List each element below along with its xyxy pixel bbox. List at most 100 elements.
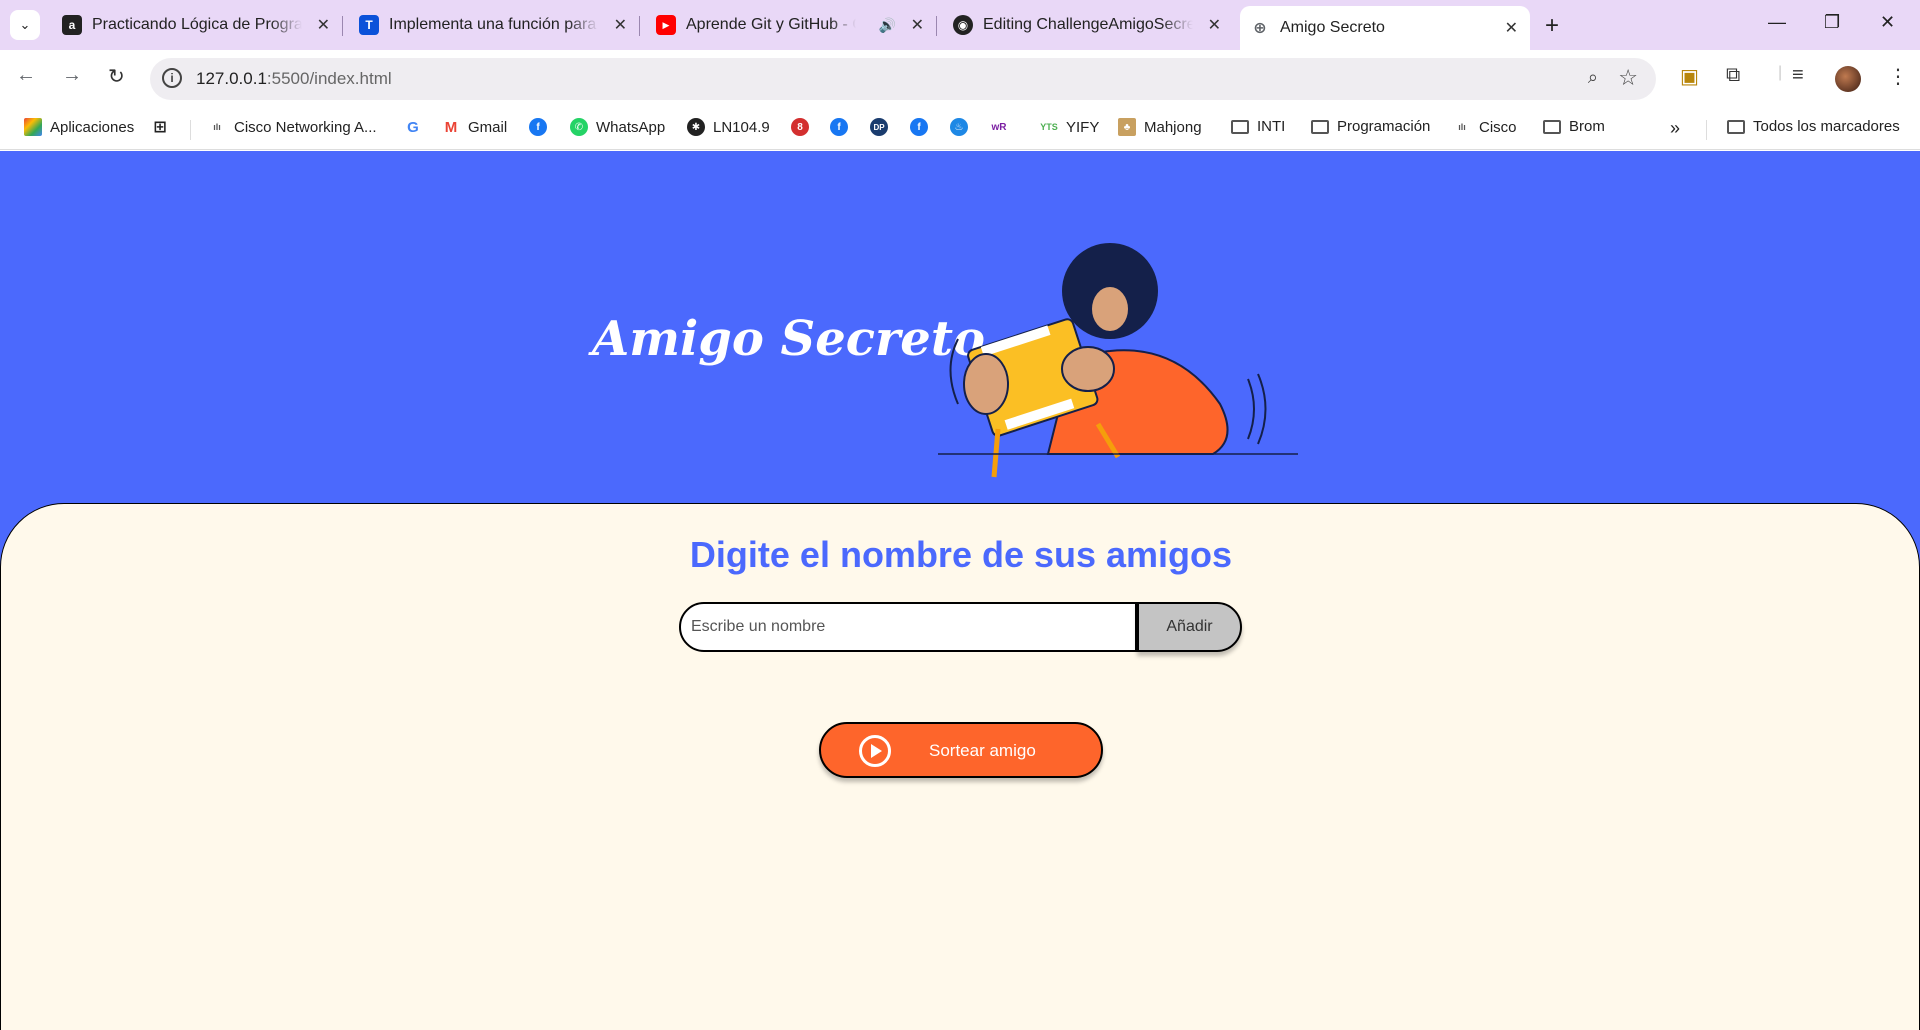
bookmark-label: Brom (1569, 118, 1605, 135)
bookmark-facebook-3[interactable]: f (910, 118, 936, 136)
hero-title: Amigo Secreto (592, 311, 985, 367)
bookmark-wr[interactable]: wR (990, 118, 1016, 136)
alura-favicon-icon: a (62, 15, 82, 35)
tab-implementa[interactable]: T Implementa una función para agregar ✕ (349, 8, 640, 42)
bookmark-mahjong[interactable]: ♣ Mahjong (1118, 118, 1202, 136)
tab-practicando[interactable]: a Practicando Lógica de Programación ✕ (52, 8, 343, 42)
bookmark-cisco[interactable]: ılı Cisco (1453, 118, 1517, 136)
cisco-icon: ılı (213, 122, 221, 132)
folder-icon (1543, 119, 1561, 134)
bookmark-label: WhatsApp (596, 118, 666, 136)
bookmark-aplicaciones[interactable]: Aplicaciones (24, 118, 134, 136)
box-leg (991, 428, 1001, 478)
tab-search-button[interactable]: ⌄ (10, 10, 40, 40)
new-tab-button[interactable]: + (1545, 12, 1559, 40)
right-hand (1061, 346, 1115, 392)
bookmark-facebook-2[interactable]: f (830, 118, 856, 136)
reload-icon[interactable]: ↻ (108, 64, 125, 89)
tab-amigo-secreto[interactable]: ⊕ Amigo Secreto ✕ (1240, 6, 1530, 50)
close-icon[interactable]: ✕ (911, 15, 924, 35)
tab-separator (342, 16, 343, 36)
url-text[interactable]: 127.0.0.1:5500/index.html (196, 69, 392, 89)
bookmark-label: Programación (1337, 118, 1431, 135)
bookmark-dp[interactable]: DP (870, 118, 896, 136)
zoom-icon[interactable]: ⌕ (1588, 67, 1598, 88)
dp-icon: DP (870, 118, 888, 136)
bookmark-grid[interactable]: ⊞ (151, 118, 177, 136)
folder-icon (1311, 119, 1329, 134)
bookmark-label: Aplicaciones (50, 118, 135, 136)
bookmark-label: Cisco (1479, 118, 1517, 136)
bookmark-folder-brom[interactable]: Brom (1543, 118, 1605, 135)
restore-icon[interactable]: ❐ (1824, 12, 1840, 33)
bookmark-label: INTI (1257, 118, 1286, 135)
tab-aprende-git[interactable]: ▶ Aprende Git y GitHub - Curso 🔊 ✕ (646, 8, 937, 42)
draw-friend-button[interactable]: Sortear amigo (819, 722, 1103, 778)
motion-line (949, 338, 959, 405)
window-close-icon[interactable]: ✕ (1880, 12, 1895, 33)
bookmark-separator (190, 120, 191, 140)
left-hand (963, 353, 1009, 415)
google-icon: G (407, 118, 419, 136)
bookmark-label: Todos los marcadores (1753, 118, 1900, 135)
ln-icon: ✱ (687, 118, 705, 136)
close-icon[interactable]: ✕ (1505, 18, 1518, 38)
bookmark-label: Mahjong (1144, 118, 1202, 136)
facebook-icon: f (529, 118, 547, 136)
bookmark-gmail[interactable]: M Gmail (442, 118, 507, 136)
bookmarks-overflow-button[interactable]: » (1670, 118, 1680, 139)
mahjong-icon: ♣ (1118, 118, 1136, 136)
page-content: Amigo Secreto Digite el nombre de sus am… (0, 151, 1920, 1030)
site-info-icon[interactable]: i (162, 68, 182, 88)
youtube-favicon-icon: ▶ (656, 15, 676, 35)
bookmark-google[interactable]: G (404, 118, 430, 136)
name-input[interactable] (679, 602, 1137, 652)
bookmark-folder-inti[interactable]: INTI (1231, 118, 1285, 135)
back-arrow-icon[interactable]: ← (16, 64, 36, 87)
close-icon[interactable]: ✕ (1208, 15, 1221, 35)
bookmark-site[interactable]: 8 (791, 118, 817, 136)
audio-playing-icon[interactable]: 🔊 (879, 17, 896, 34)
url-host: 127.0.0.1 (196, 69, 267, 88)
cisco-icon: ılı (1458, 122, 1466, 132)
profile-avatar[interactable] (1835, 66, 1861, 92)
bookmark-yify[interactable]: YTS YIFY (1040, 118, 1099, 136)
address-bar[interactable]: i 127.0.0.1:5500/index.html ⌕ ☆ (150, 58, 1656, 100)
minimize-icon[interactable]: — (1768, 12, 1786, 33)
add-button[interactable]: Añadir (1137, 602, 1242, 652)
play-icon (859, 735, 891, 767)
bookmark-facebook-1[interactable]: f (529, 118, 555, 136)
browser-toolbar: ← → ↻ i 127.0.0.1:5500/index.html ⌕ ☆ ▣ … (0, 50, 1920, 108)
grid-icon: ⊞ (153, 119, 167, 136)
media-control-icon[interactable]: ≡ (1792, 64, 1804, 87)
tab-editing-challenge[interactable]: ◉ Editing ChallengeAmigoSecreto ✕ (943, 8, 1233, 42)
draw-button-label: Sortear amigo (929, 741, 1036, 760)
bookmark-cisco-networking[interactable]: ılı Cisco Networking A... (208, 118, 376, 136)
site-icon: 8 (791, 118, 809, 136)
menu-kebab-icon[interactable]: ⋮ (1888, 64, 1908, 89)
forward-arrow-icon[interactable]: → (62, 64, 82, 87)
extensions-icon[interactable]: ⧉ (1726, 64, 1740, 87)
bookmark-label: Gmail (468, 118, 508, 136)
whatsapp-icon: ✆ (570, 118, 588, 136)
motion-line (1257, 373, 1267, 445)
bookmark-folder-programacion[interactable]: Programación (1311, 118, 1430, 135)
bookmark-whatsapp[interactable]: ✆ WhatsApp (570, 118, 665, 136)
section-title: Digite el nombre de sus amigos (689, 534, 1233, 575)
facebook-icon: f (830, 118, 848, 136)
bookmark-separator (1706, 120, 1707, 140)
tab-title: Editing ChallengeAmigoSecreto (983, 16, 1193, 33)
bookmark-star-icon[interactable]: ☆ (1618, 65, 1638, 91)
bookmark-ln1049[interactable]: ✱ LN104.9 (687, 118, 770, 136)
github-favicon-icon: ◉ (953, 15, 973, 35)
folder-icon (1231, 119, 1249, 134)
bookmark-all-bookmarks[interactable]: Todos los marcadores (1727, 118, 1900, 135)
cast-icon[interactable]: ▣ (1680, 64, 1699, 89)
bookmarks-bar: Aplicaciones ⊞ ılı Cisco Networking A...… (0, 108, 1920, 150)
tab-separator (639, 16, 640, 36)
close-icon[interactable]: ✕ (317, 15, 330, 35)
bookmark-flame[interactable]: ♨ (950, 118, 976, 136)
url-path: :5500/index.html (266, 69, 392, 88)
bookmark-label: LN104.9 (713, 118, 770, 136)
close-icon[interactable]: ✕ (614, 15, 627, 35)
